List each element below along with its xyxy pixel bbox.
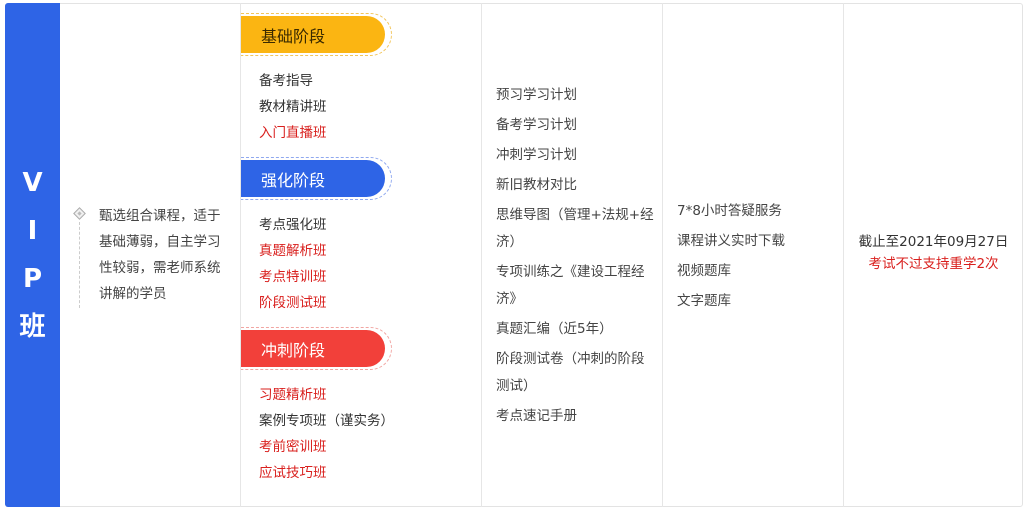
materials-list: 预习学习计划 备考学习计划 冲刺学习计划 新旧教材对比 思维导图（管理+法规+经… [496,82,656,433]
course-item[interactable]: 入门直播班 [259,120,327,146]
course-item[interactable]: 考点强化班 [259,212,327,238]
material-item: 真题汇编（近5年） [496,321,613,337]
services-column: 7*8小时答疑服务 课程讲义实时下载 视频题库 文字题库 [663,3,844,507]
material-item: 新旧教材对比 [496,177,577,193]
stages-column: 基础阶段 备考指导 教材精讲班 入门直播班 强化阶段 考点强化班 真题解析班 考… [241,3,482,507]
dashed-divider [79,222,80,308]
material-item: 考点速记手册 [496,408,577,424]
service-item: 视频题库 [677,263,731,279]
course-item[interactable]: 教材精讲班 [259,94,327,120]
vip-letter: V [22,168,43,198]
service-item: 文字题库 [677,293,731,309]
materials-column: 预习学习计划 备考学习计划 冲刺学习计划 新旧教材对比 思维导图（管理+法规+经… [482,3,663,507]
material-item: 备考学习计划 [496,117,577,133]
services-list: 7*8小时答疑服务 课程讲义实时下载 视频题库 文字题库 [677,196,785,316]
stage-intensive-courses: 考点强化班 真题解析班 考点特训班 阶段测试班 [259,212,327,316]
stage-title: 强化阶段 [261,170,326,190]
stage-sprint-badge: 冲刺阶段 [241,327,392,370]
course-item[interactable]: 习题精析班 [259,382,394,408]
course-item[interactable]: 备考指导 [259,68,327,94]
stage-sprint-courses: 习题精析班 案例专项班（谨实务） 考前密训班 应试技巧班 [259,382,394,486]
service-item: 课程讲义实时下载 [677,233,785,249]
course-item[interactable]: 考前密训班 [259,434,394,460]
exam-info: 截止至2021年09月27日 考试不过支持重学2次 [844,231,1023,275]
material-item: 预习学习计划 [496,87,577,103]
exam-column: 截止至2021年09月27日 考试不过支持重学2次 [844,3,1023,507]
vip-letter: I [27,216,38,246]
material-item: 阶段测试卷（冲刺的阶段测试） [496,351,645,394]
stage-intensive-badge: 强化阶段 [241,157,392,200]
vip-course-table: V I P 班 甄选组合课程，适于基础薄弱，自主学习性较弱，需老师系统讲解的学员… [0,0,1025,511]
description-column: 甄选组合课程，适于基础薄弱，自主学习性较弱，需老师系统讲解的学员 [60,3,241,507]
material-item: 思维导图（管理+法规+经济） [496,207,654,250]
material-item: 冲刺学习计划 [496,147,577,163]
course-item[interactable]: 应试技巧班 [259,460,394,486]
stage-title: 冲刺阶段 [261,340,326,360]
stage-title: 基础阶段 [261,26,326,46]
exam-retake-note: 考试不过支持重学2次 [868,256,999,272]
material-item: 专项训练之《建设工程经济》 [496,264,645,307]
exam-deadline: 截止至2021年09月27日 [858,234,1009,250]
course-item[interactable]: 真题解析班 [259,238,327,264]
course-item[interactable]: 案例专项班（谨实务） [259,408,394,434]
course-item[interactable]: 考点特训班 [259,264,327,290]
stage-basic-courses: 备考指导 教材精讲班 入门直播班 [259,68,327,146]
vip-letter: 班 [19,312,46,342]
service-item: 7*8小时答疑服务 [677,203,782,219]
stage-basic-badge: 基础阶段 [241,13,392,56]
course-item[interactable]: 阶段测试班 [259,290,327,316]
course-description: 甄选组合课程，适于基础薄弱，自主学习性较弱，需老师系统讲解的学员 [99,208,221,302]
vip-letter: P [22,264,43,294]
diamond-bullet-icon [73,207,86,220]
vip-class-label: V I P 班 [5,3,60,507]
